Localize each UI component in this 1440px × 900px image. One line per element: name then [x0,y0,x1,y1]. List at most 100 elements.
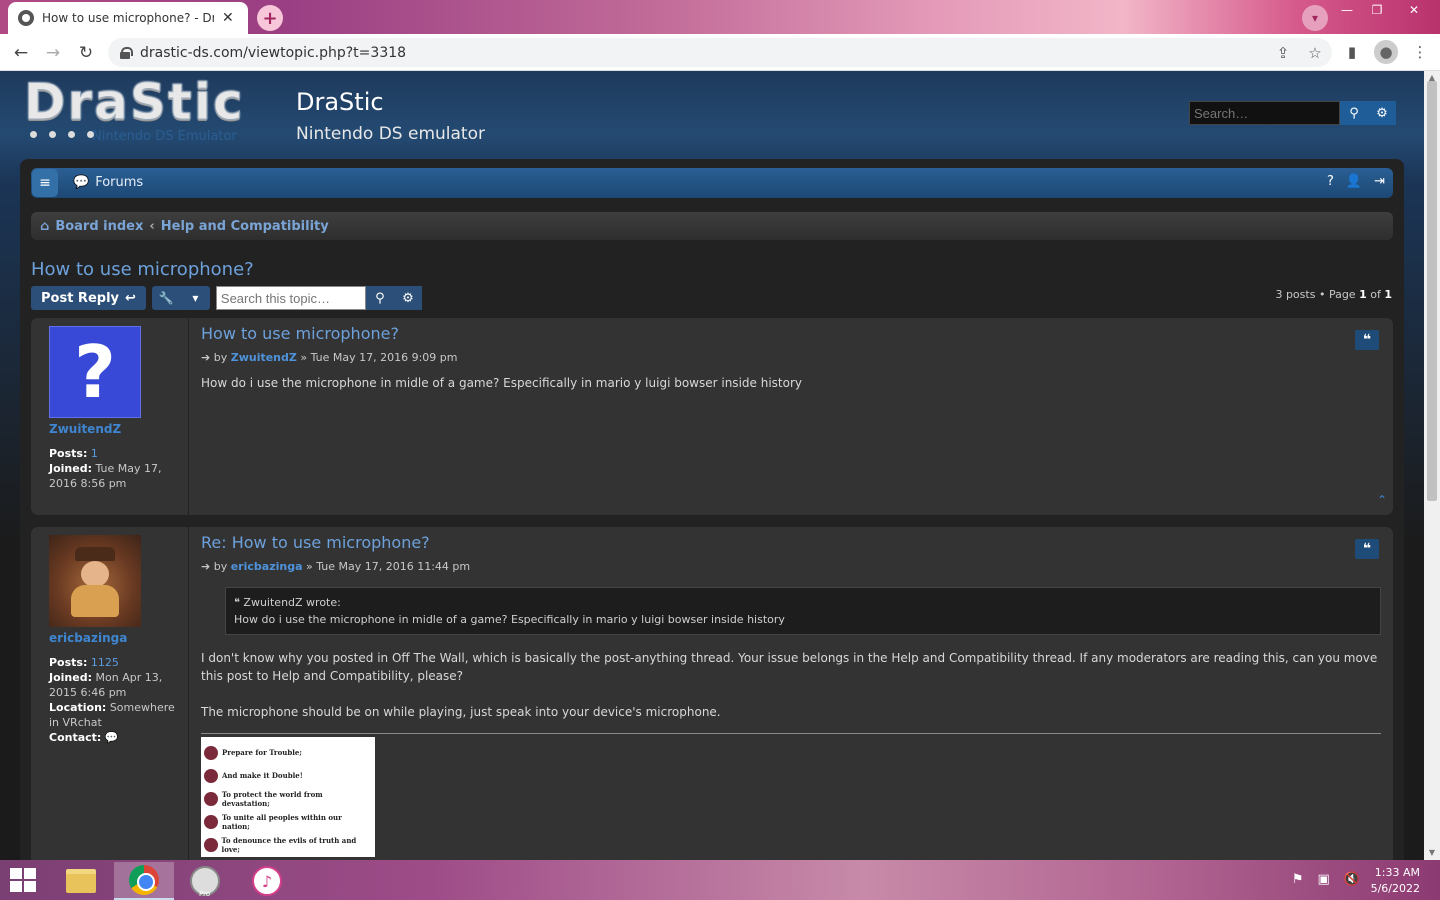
reload-icon[interactable]: ↻ [73,40,99,66]
post-author-link[interactable]: ZwuitendZ [231,351,297,364]
topic-title[interactable]: How to use microphone? [31,259,254,280]
profile-posts-count[interactable]: 1 [91,447,98,460]
post-reply-label: Post Reply [41,290,119,306]
profile-joined: Joined: Tue May 17, 2016 8:56 pm [49,462,162,490]
of-word: of [1370,288,1381,301]
login-icon[interactable]: ⇥ [1374,174,1385,189]
search-icon[interactable]: ⚲ [1340,101,1368,125]
pagination-bullet: • [1318,288,1326,301]
file-explorer-icon[interactable] [51,862,111,900]
back-arrow-icon[interactable]: ← [8,40,34,66]
post-body: Re: How to use microphone? ➔ by ericbazi… [201,533,1381,857]
pro-app-icon[interactable]: Pro [175,862,235,900]
advanced-search-gear-icon[interactable]: ⚙ [1368,101,1396,125]
topic-search-gear-icon[interactable]: ⚙ [393,286,422,310]
minimize-icon[interactable]: — [1332,0,1362,20]
home-icon: ⌂ [40,218,50,234]
browser-menu-icon[interactable]: ⋮ [1408,40,1432,64]
post-title[interactable]: How to use microphone? [201,324,1381,343]
nav-forums-label: Forums [95,175,144,190]
post-title[interactable]: Re: How to use microphone? [201,533,1381,552]
url-text: drastic-ds.com/viewtopic.php?t=3318 [140,44,407,61]
new-tab-button[interactable]: + [257,5,283,31]
window-close-icon[interactable]: ✕ [1392,0,1436,20]
scroll-down-icon[interactable]: ▼ [1427,848,1437,858]
page-scrollbar[interactable]: ▲ ▼ [1424,71,1440,860]
post-text: I don't know why you posted in Off The W… [201,651,1378,683]
profile-avatar-icon[interactable]: ● [1374,40,1398,64]
network-icon[interactable]: ▣ [1318,872,1330,887]
breadcrumb-separator: ‹ [149,218,155,234]
tab-title: How to use microphone? - DraStic [42,11,214,25]
page-word: Page [1328,288,1356,301]
topic-actions: Post Reply ↩ 🔧 ▾ ⚲ ⚙ [31,286,422,310]
lock-icon [120,46,133,59]
post-profile: ericbazinga Posts: 1125 Joined: Mon Apr … [31,527,189,860]
nav-forums-link[interactable]: 💬 Forums [73,175,143,190]
url-field[interactable]: drastic-ds.com/viewtopic.php?t=3318 ⇪ ☆ [108,38,1332,67]
itunes-icon[interactable]: ♪ [237,862,297,900]
tab-search-chevron-icon[interactable]: ▾ [1302,5,1328,31]
restore-icon[interactable]: ❐ [1362,0,1392,20]
logo-subtitle: Nintendo DS Emulator [92,129,237,144]
breadcrumb: ⌂ Board index ‹ Help and Compatibility [31,212,1393,240]
speech-bubble-icon: 💬 [73,175,90,190]
post-text: The microphone should be on while playin… [201,705,721,719]
profile-posts: Posts: 1 [49,447,98,460]
post-meta: ➔ by ZwuitendZ » Tue May 17, 2016 9:09 p… [201,351,458,364]
site-description: Nintendo DS emulator [296,124,485,144]
post-profile: ? ZwuitendZ Posts: 1 Joined: Tue May 17,… [31,318,189,515]
forum-wrapper: ≡ 💬 Forums ? 👤 ⇥ ⌂ Board index ‹ Help an… [20,159,1404,860]
topic-search-input[interactable] [215,286,366,310]
breadcrumb-board-index[interactable]: Board index [55,219,143,234]
logo-dots [30,131,94,138]
window-controls: — ❐ ✕ [1332,0,1436,20]
tab-close-icon[interactable]: ✕ [222,10,234,26]
reply-arrow-icon: ↩ [125,290,136,306]
topic-search-icon[interactable]: ⚲ [365,286,394,310]
post-meta: ➔ by ericbazinga » Tue May 17, 2016 11:4… [201,560,471,573]
site-favicon-icon [18,10,34,26]
chrome-icon[interactable] [114,862,174,900]
avatar[interactable] [49,535,141,627]
post-reply-button[interactable]: Post Reply ↩ [31,286,146,310]
post-body: How to use microphone? ➔ by ZwuitendZ » … [201,324,1381,392]
quote-text: How do i use the microphone in midle of … [234,613,785,626]
post-author-link[interactable]: ericbazinga [231,560,303,573]
volume-muted-icon[interactable]: 🔇 [1344,872,1360,887]
profile-joined: Joined: Mon Apr 13, 2015 6:46 pm [49,671,163,699]
avatar[interactable]: ? [49,326,141,418]
topic-tools-button[interactable]: 🔧 ▾ [151,286,210,310]
profile-username[interactable]: ericbazinga [49,631,188,645]
bookmark-star-icon[interactable]: ☆ [1306,44,1324,62]
profile-posts-count[interactable]: 1125 [91,656,119,669]
side-panel-icon[interactable]: ▮ [1340,40,1364,64]
browser-tab[interactable]: How to use microphone? - DraStic ✕ [8,2,248,34]
header-search: ⚲ ⚙ [1189,101,1396,125]
back-to-top-icon[interactable]: ⌃ [1377,493,1387,507]
site-logo[interactable]: DraStic Nintendo DS Emulator [24,73,268,145]
forward-arrow-icon[interactable]: → [40,40,66,66]
profile-posts: Posts: 1125 [49,656,119,669]
forum-navbar: ≡ 💬 Forums ? 👤 ⇥ [31,168,1393,198]
logo-text: DraStic [24,73,245,131]
share-icon[interactable]: ⇪ [1274,44,1292,62]
breadcrumb-forum[interactable]: Help and Compatibility [161,219,329,234]
quote-icon[interactable]: ❝ [1355,330,1379,350]
hamburger-menu-icon[interactable]: ≡ [32,169,58,197]
quote-icon[interactable]: ❝ [1355,539,1379,559]
site-title[interactable]: DraStic [296,88,384,116]
contact-chat-icon[interactable]: 💬 [105,731,119,744]
windows-start-icon[interactable] [10,868,38,894]
scroll-thumb[interactable] [1427,81,1437,501]
post-text: How do i use the microphone in midle of … [201,376,802,390]
quote-cite: ❝ ZwuitendZ wrote: [234,596,341,609]
taskbar-clock[interactable]: 1:33 AM 5/6/2022 [1371,865,1420,897]
faq-help-icon[interactable]: ? [1327,174,1334,189]
profile-username[interactable]: ZwuitendZ [49,422,188,436]
register-user-icon[interactable]: 👤 [1346,174,1362,189]
header-search-input[interactable] [1189,101,1340,125]
action-center-flag-icon[interactable]: ⚑ [1292,872,1304,887]
current-page: 1 [1359,288,1367,301]
quote-block: ❝ ZwuitendZ wrote: How do i use the micr… [225,587,1381,635]
